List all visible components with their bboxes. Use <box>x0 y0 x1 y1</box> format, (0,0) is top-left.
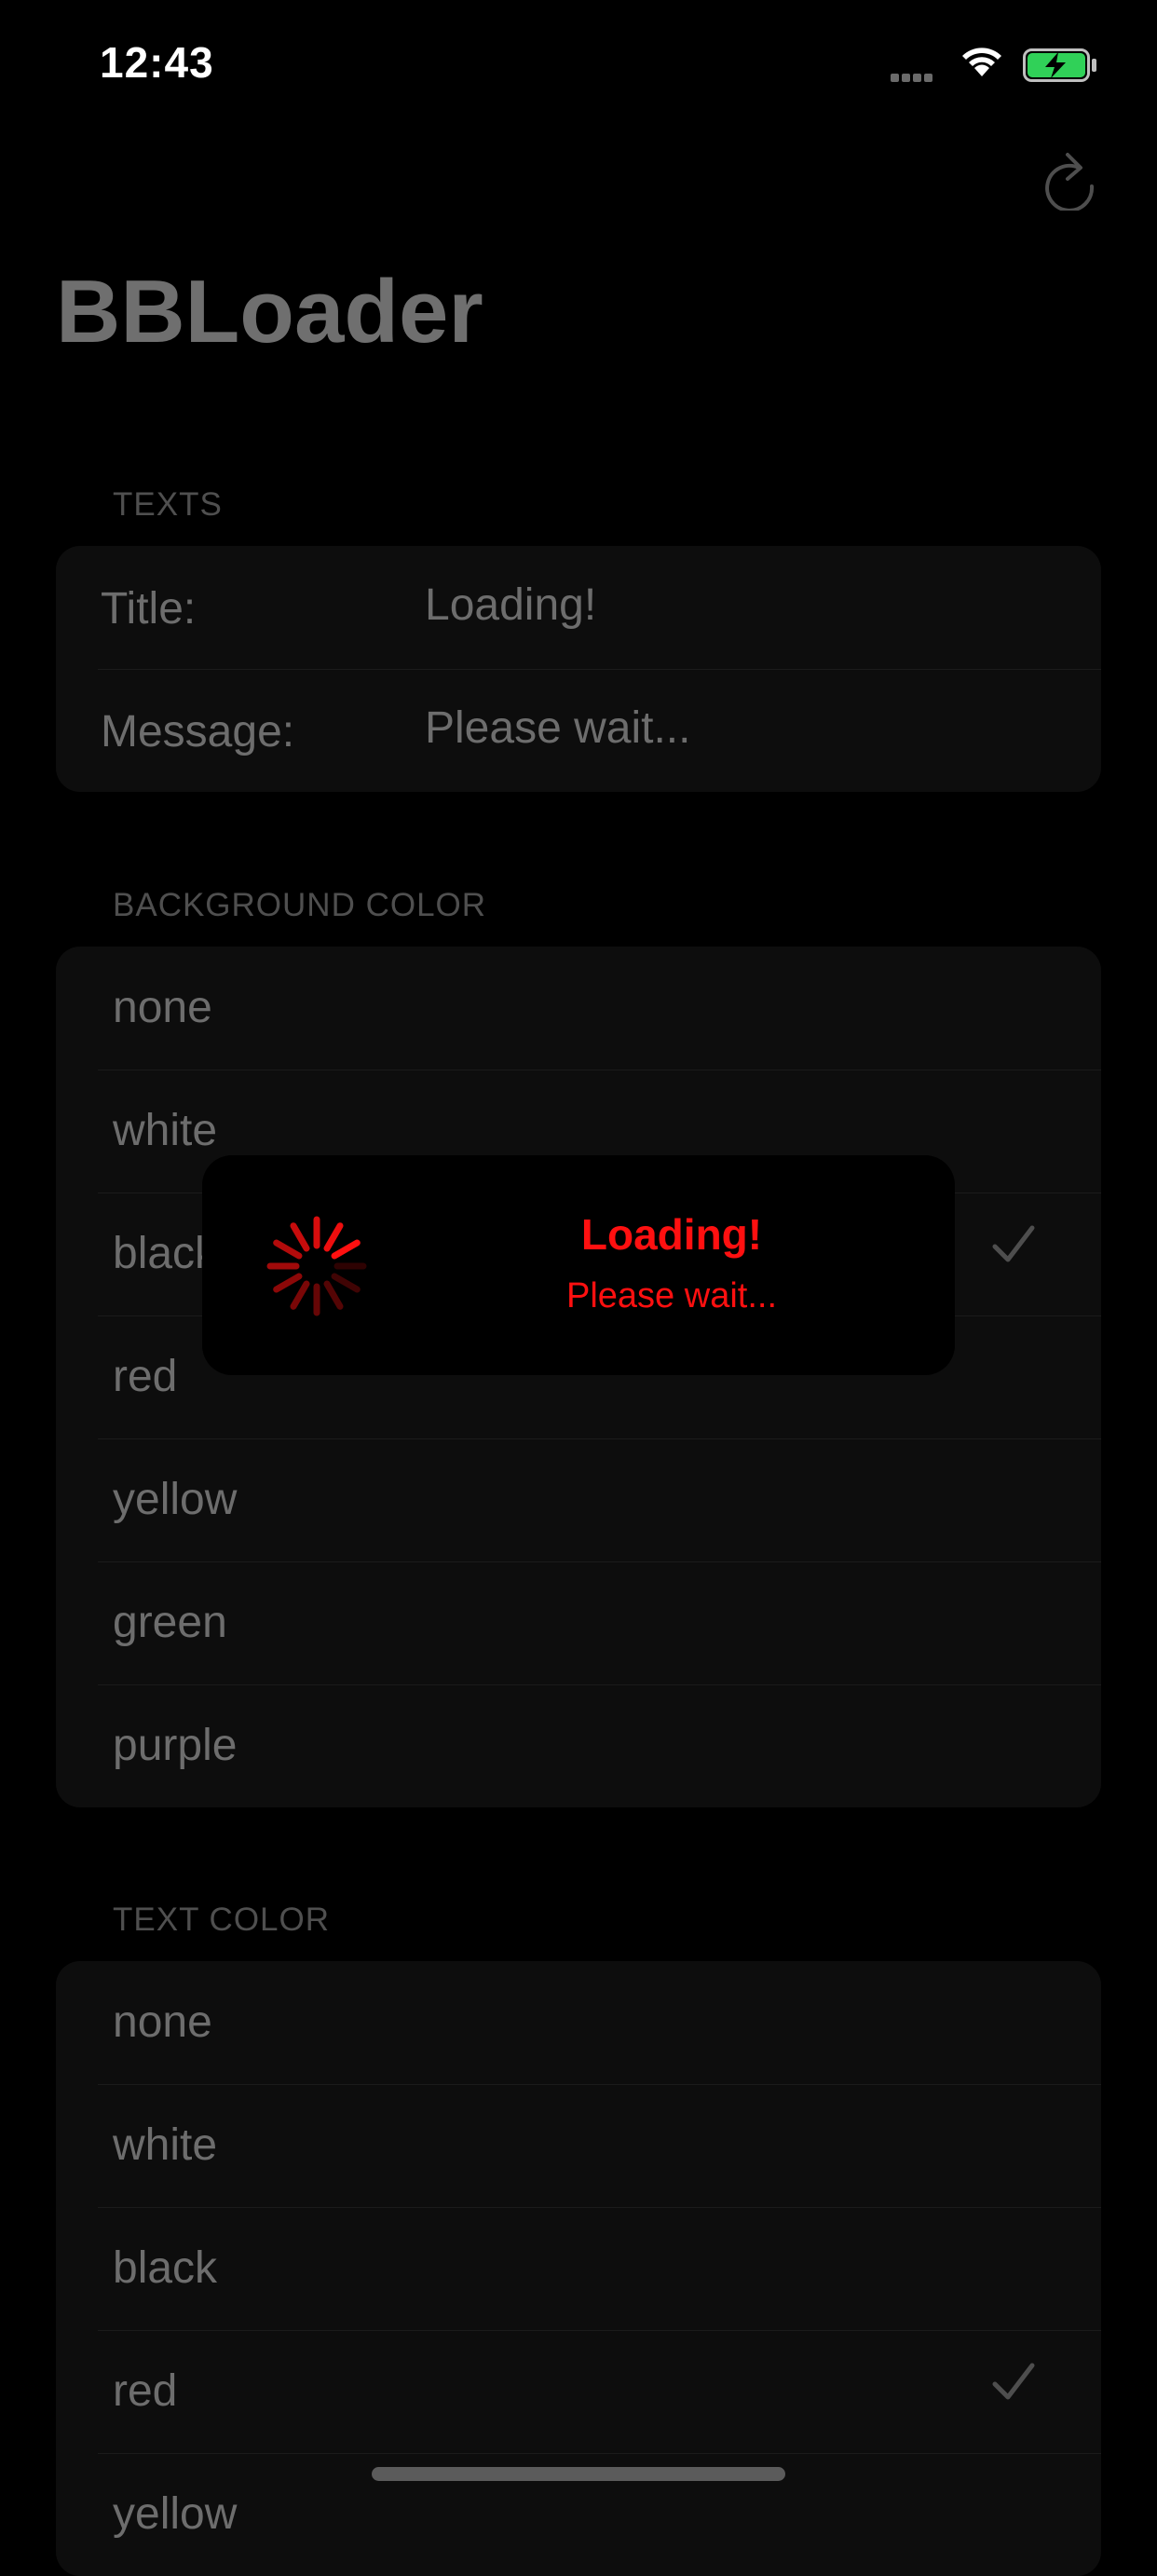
checkmark-icon <box>992 1225 1035 1262</box>
text-option-white[interactable]: white <box>56 2084 1101 2207</box>
message-field[interactable] <box>425 702 1058 754</box>
option-label: black <box>113 2243 218 2293</box>
text-color-card: none white black red yellow <box>56 1961 1101 2576</box>
bg-option-yellow[interactable]: yellow <box>56 1438 1101 1561</box>
option-label: green <box>113 1598 227 1647</box>
spinner-spoke <box>290 1280 310 1310</box>
spinner-spoke <box>273 1239 303 1260</box>
refresh-icon[interactable] <box>1041 149 1097 211</box>
background-color-section-header: BACKGROUND COLOR <box>113 887 487 923</box>
texts-section-header: TEXTS <box>113 486 223 523</box>
spinner-spoke <box>323 1222 344 1252</box>
option-label: none <box>113 983 212 1032</box>
home-indicator <box>372 2467 785 2481</box>
message-label: Message: <box>101 707 295 756</box>
bg-option-purple[interactable]: purple <box>56 1684 1101 1807</box>
spinner-spoke <box>331 1273 361 1293</box>
option-label: none <box>113 1997 212 2047</box>
spinner-icon <box>266 1216 367 1316</box>
title-label: Title: <box>101 584 197 634</box>
bg-option-none[interactable]: none <box>56 947 1101 1070</box>
text-color-section-header: TEXT COLOR <box>113 1901 331 1938</box>
loader-hud: Loading! Please wait... <box>202 1155 955 1375</box>
title-row: Title: <box>56 546 1101 669</box>
signal-icon <box>891 70 935 87</box>
bg-option-green[interactable]: green <box>56 1561 1101 1684</box>
option-label: white <box>113 2120 218 2170</box>
status-time: 12:43 <box>100 38 214 87</box>
spinner-spoke <box>323 1280 344 1310</box>
option-label: yellow <box>113 1475 238 1524</box>
message-row: Message: <box>56 669 1101 792</box>
wifi-icon <box>962 48 1001 76</box>
option-label: red <box>113 1352 178 1401</box>
page-title: BBLoader <box>56 262 483 361</box>
option-label: white <box>113 1106 218 1155</box>
spinner-spoke <box>273 1273 303 1293</box>
loader-title: Loading! <box>580 1210 763 1259</box>
option-label: red <box>113 2366 178 2416</box>
texts-card: Title: Message: <box>56 546 1101 792</box>
battery-charging-icon <box>1023 48 1096 82</box>
option-label: yellow <box>113 2489 238 2539</box>
checkmark-icon <box>992 2363 1035 2400</box>
text-option-red[interactable]: red <box>56 2330 1101 2453</box>
loader-message: Please wait... <box>566 1276 777 1315</box>
spinner-spoke <box>331 1239 361 1260</box>
text-option-none[interactable]: none <box>56 1961 1101 2084</box>
text-option-black[interactable]: black <box>56 2207 1101 2330</box>
title-field[interactable] <box>425 579 1058 631</box>
background-color-card: none white black red yellow green purple <box>56 947 1101 1807</box>
spinner-spoke <box>290 1222 310 1252</box>
option-label: purple <box>113 1721 238 1770</box>
